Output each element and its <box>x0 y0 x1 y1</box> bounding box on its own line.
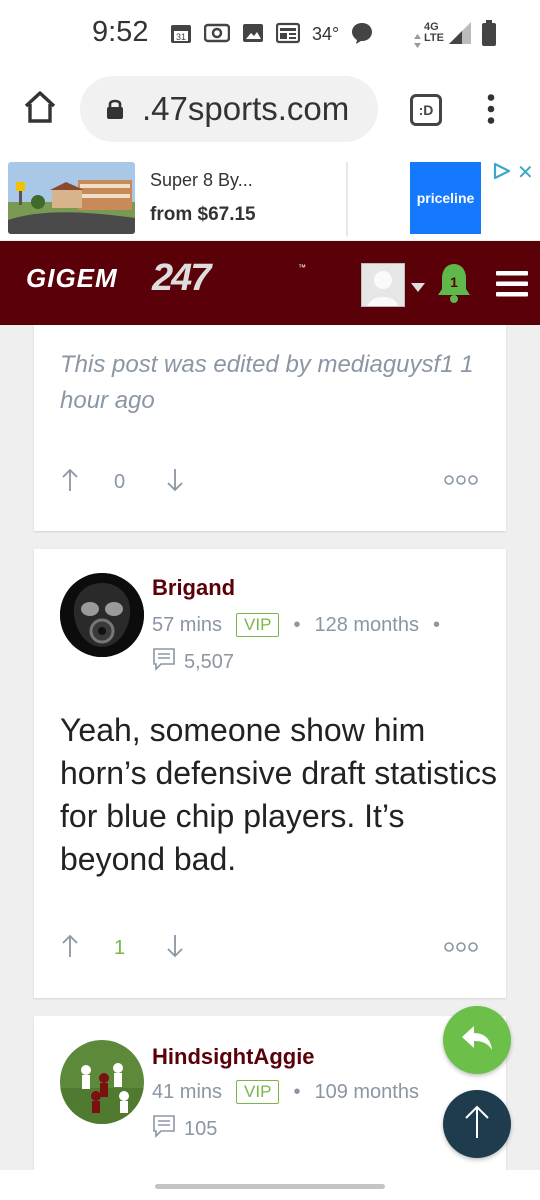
system-nav-bar <box>0 1170 540 1200</box>
post-time[interactable]: 41 mins <box>152 1081 222 1104</box>
more-options-icon[interactable] <box>444 940 478 958</box>
menu-dots-icon[interactable] <box>486 94 496 129</box>
vote-controls: 1 <box>60 933 185 964</box>
vip-badge: VIP <box>236 1080 280 1104</box>
site-logo-number[interactable]: 247 <box>152 257 211 300</box>
data-arrows-icon <box>413 30 422 52</box>
url-text[interactable]: .47sports.com <box>142 90 349 128</box>
author-name[interactable]: HindsightAggie <box>152 1044 315 1070</box>
comment-icon <box>152 1114 176 1144</box>
vip-badge: VIP <box>236 613 280 637</box>
battery-icon <box>481 20 497 46</box>
ad-brand-logo[interactable]: priceline <box>410 162 481 234</box>
scroll-to-top-button[interactable] <box>443 1090 511 1158</box>
address-bar[interactable]: .47sports.com <box>80 76 378 142</box>
radio-icon <box>204 22 230 44</box>
reply-button[interactable] <box>443 1006 511 1074</box>
vote-controls: 0 <box>60 467 185 498</box>
downvote-arrow-icon[interactable] <box>165 933 185 964</box>
arrow-up-icon <box>463 1104 491 1145</box>
separator-dot: • <box>432 613 440 636</box>
edit-note: This post was edited by mediaguysf1 1 ho… <box>60 351 474 414</box>
avatar[interactable] <box>60 573 144 657</box>
calendar-icon: 31 <box>170 22 192 44</box>
lock-icon[interactable] <box>106 98 124 125</box>
avatar-placeholder[interactable] <box>361 263 405 307</box>
ad-divider <box>346 162 348 236</box>
message-icon <box>350 22 374 44</box>
site-header: GIGEM 247 ™ 1 <box>0 241 540 325</box>
post-count: 5,507 <box>152 647 234 677</box>
post-card: Brigand 57 mins VIP • 128 months • 5,507… <box>34 549 506 998</box>
vote-count: 1 <box>114 937 126 959</box>
upvote-arrow-icon[interactable] <box>60 933 80 964</box>
post-count-value: 5,507 <box>184 650 235 673</box>
post-meta: 41 mins VIP • 109 months <box>152 1080 419 1104</box>
temperature: 34° <box>312 24 340 44</box>
image-icon <box>242 22 264 44</box>
site-logo[interactable]: GIGEM <box>26 263 118 294</box>
ad-price[interactable]: from $67.15 <box>150 204 256 226</box>
ad-close-button[interactable]: ✕ <box>517 160 534 185</box>
signal-icon <box>448 22 472 44</box>
network-type: 4G LTE <box>424 21 444 44</box>
reply-icon <box>460 1024 494 1057</box>
gesture-handle[interactable] <box>155 1184 385 1189</box>
post-meta: 57 mins VIP • 128 months • <box>152 613 454 637</box>
post-time[interactable]: 57 mins <box>152 614 222 637</box>
ad-banner[interactable]: Super 8 By... from $67.15 priceline <box>0 158 540 240</box>
avatar[interactable] <box>60 1040 144 1124</box>
vote-count: 0 <box>114 471 126 493</box>
clock: 9:52 <box>92 16 149 48</box>
home-icon[interactable] <box>22 90 58 129</box>
post-body: Yeah, someone show him horn’s defensive … <box>60 712 497 877</box>
news-icon <box>276 22 300 44</box>
tab-switcher-button[interactable]: :D <box>410 94 442 126</box>
hamburger-icon[interactable] <box>496 271 528 302</box>
post-count-value: 105 <box>184 1117 218 1140</box>
post-card: This post was edited by mediaguysf1 1 ho… <box>34 325 506 531</box>
separator-dot: • <box>293 1080 301 1103</box>
more-options-icon[interactable] <box>444 473 478 491</box>
status-bar: 9:52 31 34° 4G LTE <box>0 0 540 68</box>
caret-down-icon[interactable] <box>411 279 425 297</box>
upvote-arrow-icon[interactable] <box>60 467 80 498</box>
ad-title[interactable]: Super 8 By... <box>150 170 253 191</box>
downvote-arrow-icon[interactable] <box>165 467 185 498</box>
post-count: 105 <box>152 1114 217 1144</box>
separator-dot: • <box>293 613 301 636</box>
calendar-day: 31 <box>176 32 186 42</box>
bell-icon[interactable]: 1 <box>436 262 472 309</box>
browser-toolbar: .47sports.com :D <box>0 68 540 159</box>
notification-count: 1 <box>450 274 458 290</box>
author-name[interactable]: Brigand <box>152 575 235 601</box>
ad-hotel-image[interactable] <box>8 162 135 234</box>
post-card: HindsightAggie 41 mins VIP • 109 months … <box>34 1016 506 1170</box>
adchoices-icon[interactable] <box>492 162 512 185</box>
comment-icon <box>152 647 176 677</box>
member-tenure: 128 months <box>314 613 419 636</box>
trademark: ™ <box>298 263 306 272</box>
member-tenure: 109 months <box>314 1080 419 1103</box>
